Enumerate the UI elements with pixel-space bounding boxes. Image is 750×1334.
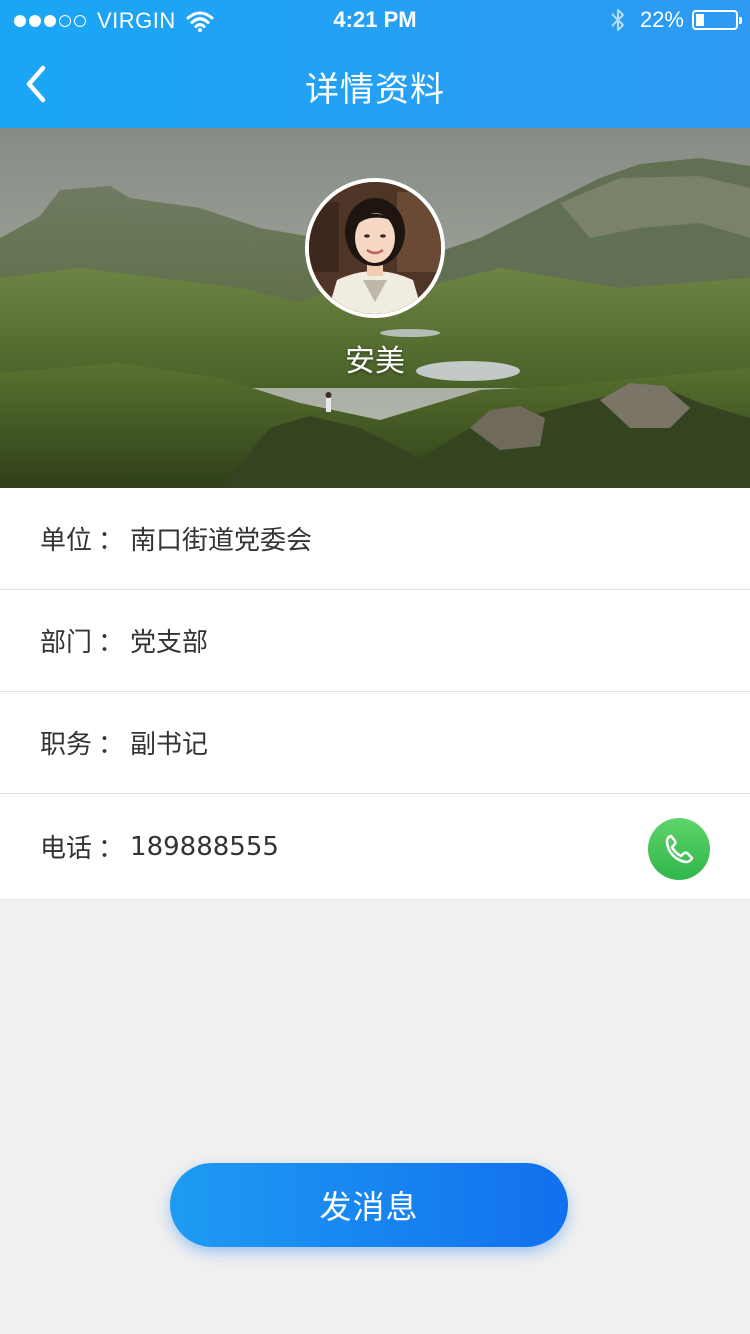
- phone-number: 189888555: [130, 831, 279, 862]
- battery-fill: [696, 14, 705, 26]
- send-message-button[interactable]: 发消息: [170, 1163, 568, 1247]
- profile-banner: 安美: [0, 128, 750, 488]
- info-list: 单位 ： 南口街道党委会 部门 ： 党支部 职务 ： 副书记 电话 ： 1898…: [0, 488, 750, 900]
- info-row-phone: 电话 ： 189888555: [0, 794, 750, 900]
- info-row-position: 职务 ： 副书记: [0, 692, 750, 794]
- bluetooth-icon: [611, 9, 624, 31]
- info-row-organization: 单位 ： 南口街道党委会: [0, 488, 750, 590]
- info-label: 电话: [40, 834, 93, 864]
- call-button[interactable]: [648, 818, 710, 880]
- info-separator: ：: [98, 526, 125, 556]
- avatar-photo: [309, 182, 441, 314]
- info-separator: ：: [98, 730, 125, 760]
- status-right: 22%: [610, 7, 742, 33]
- avatar: [305, 178, 445, 318]
- info-label: 单位: [40, 526, 93, 556]
- info-label: 职务: [40, 730, 93, 760]
- info-separator: ：: [98, 834, 125, 864]
- page-title: 详情资料: [305, 70, 445, 110]
- info-row-department: 部门 ： 党支部: [0, 590, 750, 692]
- nav-bar: 详情资料: [0, 40, 750, 128]
- battery-icon: [692, 10, 742, 30]
- info-value: 南口街道党委会: [130, 526, 313, 556]
- phone-icon: [665, 834, 694, 864]
- header: VIRGIN 4:21 PM 22% 详情资料: [0, 0, 750, 128]
- battery-percent: 22%: [639, 7, 684, 32]
- info-separator: ：: [98, 628, 125, 658]
- info-value: 副书记: [130, 730, 209, 760]
- send-message-label: 发消息: [319, 1188, 419, 1226]
- info-value: 党支部: [130, 628, 209, 658]
- info-label: 部门: [40, 628, 93, 658]
- profile-name: 安美: [345, 344, 405, 379]
- status-bar: VIRGIN 4:21 PM 22%: [0, 0, 750, 40]
